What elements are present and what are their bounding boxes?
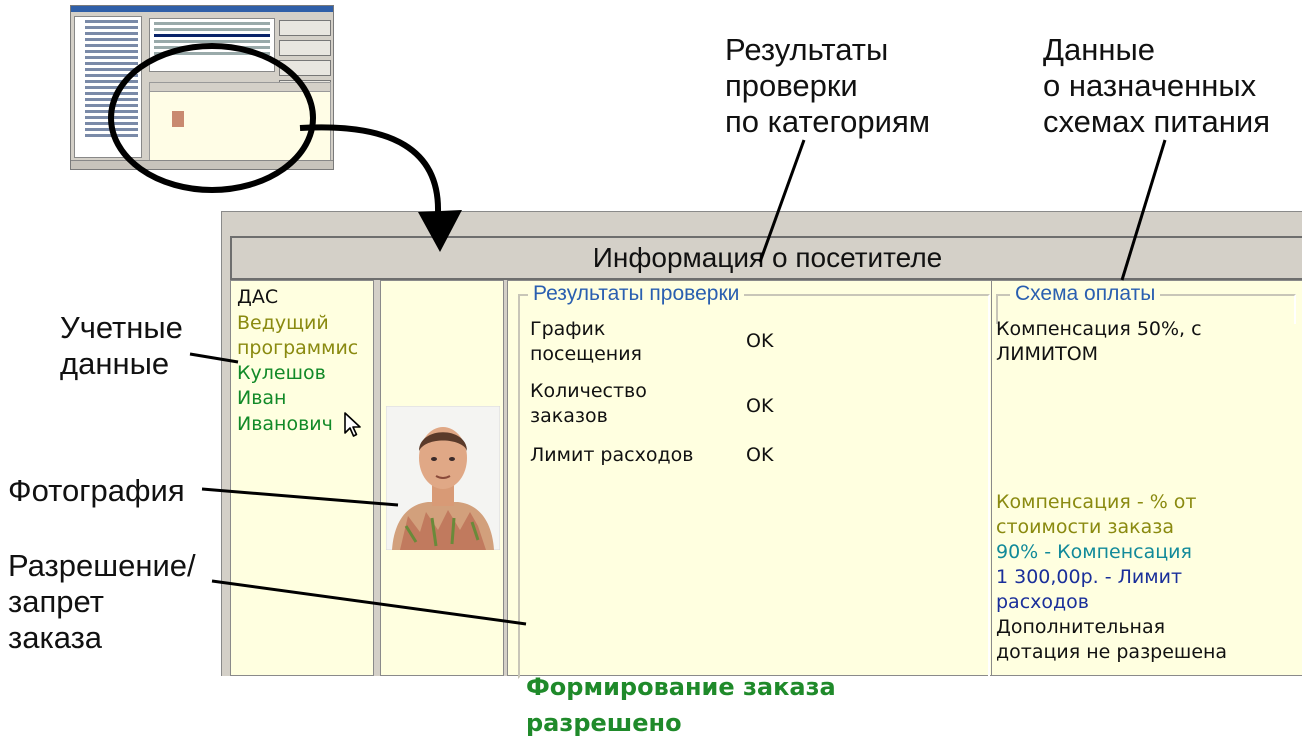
callout-photo: Фотография [8,473,185,508]
callout-permission: Разрешение/ запрет заказа [8,548,196,655]
scheme-type-line1: Компенсация - % от [996,491,1197,513]
user-last-name: Кулешов [237,362,326,384]
callout-credentials: Учетные данные [60,310,183,381]
thumbnail-button [279,60,331,76]
thumbnail-button [279,20,331,36]
check-label-line1: Количество [530,380,647,402]
user-first-name: Иван [237,387,287,409]
scheme-name-line1: Компенсация 50%, с [996,318,1202,340]
check-label-line1: Лимит расходов [530,444,694,466]
visitor-photo [386,406,500,550]
order-verdict-line1: Формирование заказа [526,673,836,701]
payment-scheme-legend: Схема оплаты [1010,283,1161,305]
app-window-thumbnail [70,5,334,170]
thumbnail-visitor-info [149,82,331,162]
photo-column [380,280,504,676]
user-position-line1: Ведущий [237,312,329,334]
scheme-extra-line2: дотация не разрешена [996,641,1228,663]
mouse-pointer-icon [344,412,361,437]
user-credentials-column: ДАС Ведущий программис Кулешов Иван Иван… [230,280,374,676]
thumbnail-tree-pane [74,16,142,158]
panel-title: Информация о посетителе [230,236,1302,280]
thumbnail-button [279,40,331,56]
thumbnail-photo [172,111,184,127]
scheme-extra-line1: Дополнительная [996,616,1166,638]
check-label-line2: посещения [530,343,642,365]
scheme-limit-line1: 1 300,00р. - Лимит [996,566,1183,588]
scheme-name-line2: лимитом [996,343,1099,365]
payment-scheme-column: Схема оплаты Компенсация 50%, с лимитом … [991,280,1302,676]
user-patronymic: Иванович [237,413,333,435]
check-results-legend: Результаты проверки [528,283,745,305]
callout-results: Результаты проверки по категориям [725,32,931,139]
check-status: OK [746,444,774,466]
thumbnail-title-bar [71,6,333,12]
thumbnail-status-bar [71,160,333,169]
check-status: OK [746,330,774,352]
user-position-line2: программис [237,337,359,359]
check-status: OK [746,395,774,417]
callout-schemes: Данные о назначенных схемах питания [1043,32,1270,139]
user-login: ДАС [237,286,279,308]
order-verdict-line2: разрешено [526,709,682,737]
check-label-line2: заказов [530,405,608,427]
check-results-column: Результаты проверки График посещения OK … [507,280,997,737]
visitor-info-panel: Информация о посетителе ДАС Ведущий прог… [221,211,1302,737]
check-label-line1: График [530,318,606,340]
scheme-limit-line2: расходов [996,591,1089,613]
scheme-type-line2: стоимости заказа [996,516,1174,538]
thumbnail-grid [149,18,275,72]
scheme-compensation: 90% - Компенсация [996,541,1192,563]
